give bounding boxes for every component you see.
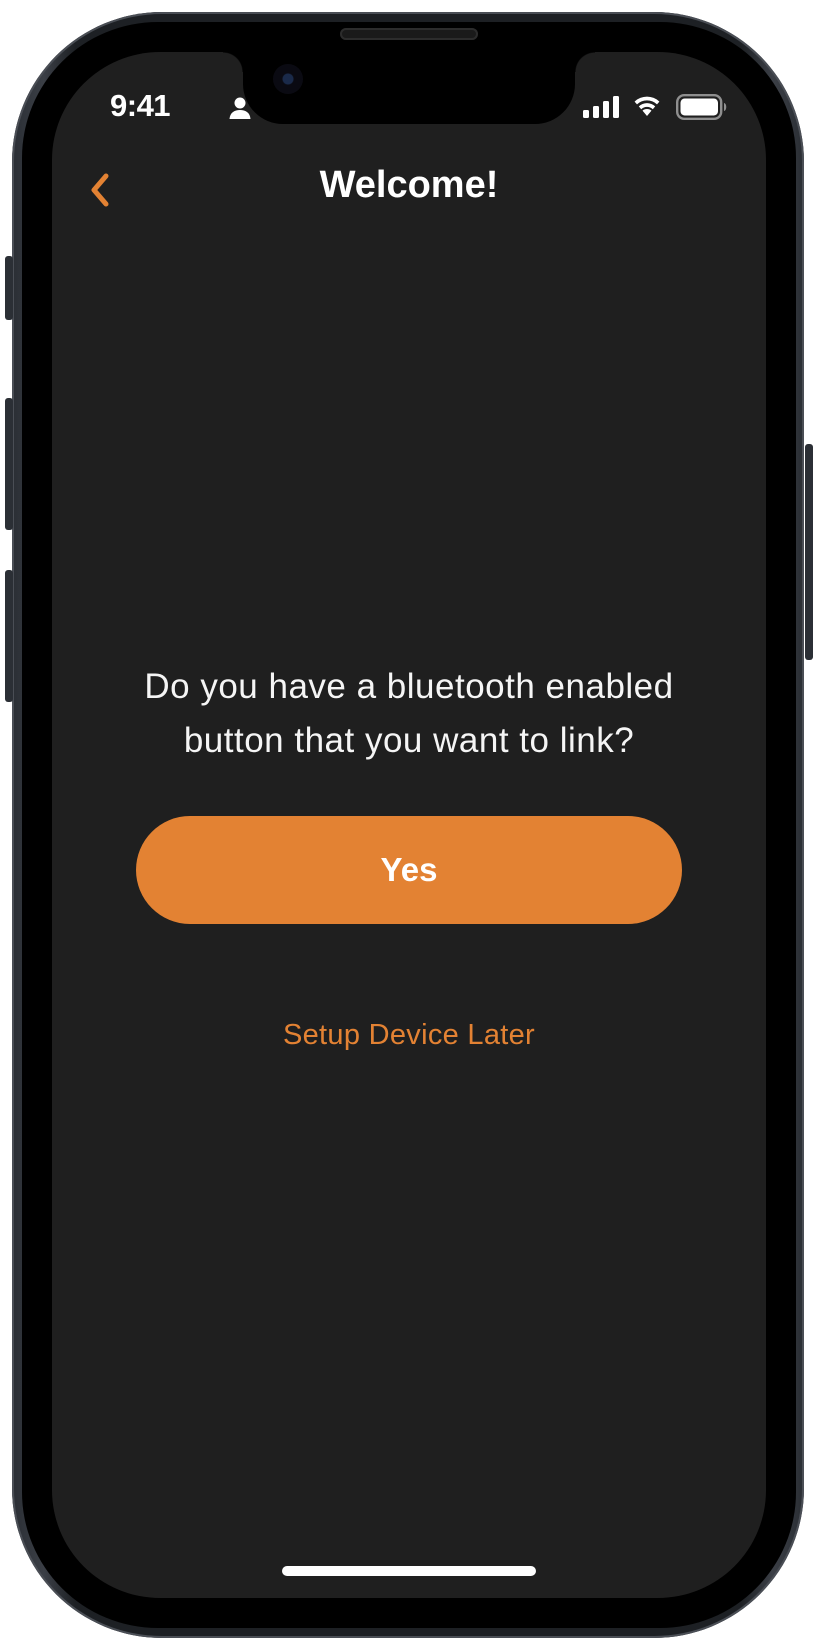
question-line-2: button that you want to link?: [183, 721, 635, 760]
setup-device-later-link[interactable]: Setup Device Later: [52, 1019, 766, 1052]
bluetooth-question: Do you have a bluetooth enabled button t…: [52, 660, 766, 768]
home-indicator[interactable]: [282, 1566, 536, 1576]
page-title: Welcome!: [319, 164, 499, 206]
battery-icon: [676, 94, 727, 120]
person-icon: [229, 97, 251, 119]
volume-down-button: [5, 570, 13, 702]
front-camera: [273, 64, 303, 94]
cellular-signal-icon: [583, 96, 619, 118]
action-button: [5, 256, 13, 320]
volume-up-button: [5, 398, 13, 530]
earpiece-speaker: [340, 28, 478, 40]
question-line-1: Do you have a bluetooth enabled: [144, 667, 674, 706]
wifi-icon: [634, 96, 660, 116]
power-button: [805, 444, 813, 660]
navigation-bar: Welcome!: [52, 152, 766, 228]
yes-button[interactable]: Yes: [136, 816, 682, 924]
status-time: 9:41: [110, 88, 171, 123]
screen: 9:41 Welcome! Do you have a bluetooth en…: [52, 52, 766, 1598]
